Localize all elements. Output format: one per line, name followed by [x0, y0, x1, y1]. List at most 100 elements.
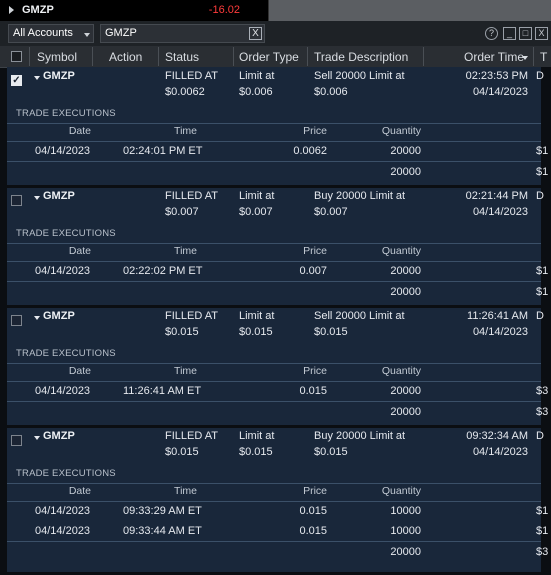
order-type: Limit at [239, 190, 275, 202]
order-limit-price: $0.015 [239, 326, 273, 338]
exec-header-time: Time [174, 125, 197, 137]
exec-price: 0.007 [299, 265, 327, 277]
order-symbol[interactable]: GMZP [43, 430, 75, 442]
exec-time: 02:24:01 PM ET [123, 145, 203, 157]
exec-total-quantity: 20000 [390, 166, 421, 178]
row-divider [7, 281, 541, 282]
collapse-caret-icon[interactable] [34, 76, 40, 80]
exec-header-time: Time [174, 365, 197, 377]
chevron-down-icon[interactable] [84, 33, 90, 37]
row-divider [7, 483, 541, 484]
truncated-cell: $1 [536, 286, 549, 298]
truncated-cell: $1 [536, 525, 549, 537]
order-date: 04/14/2023 [472, 86, 528, 98]
exec-header-date: Date [68, 485, 91, 497]
column-trade-description[interactable]: Trade Description [314, 50, 408, 64]
exec-quantity: 20000 [390, 145, 421, 157]
row-divider [7, 161, 541, 162]
order-time: 02:21:44 PM [465, 190, 528, 202]
column-divider[interactable] [533, 47, 534, 66]
column-divider[interactable] [233, 47, 234, 66]
exec-total-quantity: 20000 [390, 406, 421, 418]
truncated-cell: $3 [536, 406, 549, 418]
trade-description-price: $0.007 [314, 206, 348, 218]
order-checkbox[interactable] [11, 435, 22, 446]
column-divider[interactable] [307, 47, 308, 66]
order-symbol[interactable]: GMZP [43, 310, 75, 322]
order-checkbox[interactable] [11, 195, 22, 206]
ticker-change: -16.02 [208, 4, 240, 16]
sort-descending-icon[interactable] [522, 56, 528, 60]
trade-description: Sell 20000 Limit at [314, 310, 405, 322]
truncated-cell: $1 [536, 505, 549, 517]
truncated-cell: D [536, 430, 544, 442]
exec-quantity: 20000 [390, 265, 421, 277]
column-symbol[interactable]: Symbol [37, 50, 77, 64]
order-status: FILLED AT [165, 190, 218, 202]
exec-price: 0.015 [299, 525, 327, 537]
help-button[interactable]: ? [485, 27, 498, 40]
select-all-checkbox[interactable] [11, 51, 22, 62]
close-button[interactable]: X [535, 27, 548, 40]
trade-executions-label: TRADE EXECUTIONS [16, 108, 116, 119]
column-truncated[interactable]: T [540, 50, 547, 64]
exec-header-price: Price [303, 485, 327, 497]
collapse-caret-icon[interactable] [34, 436, 40, 440]
column-divider[interactable] [29, 47, 30, 66]
truncated-cell: $1 [536, 265, 549, 277]
trade-description: Sell 20000 Limit at [314, 70, 405, 82]
exec-time: 09:33:44 AM ET [123, 525, 202, 537]
restore-button[interactable]: □ [519, 27, 532, 40]
order-limit-price: $0.006 [239, 86, 273, 98]
account-dropdown-value: All Accounts [13, 27, 73, 39]
exec-time: 11:26:41 AM ET [123, 385, 202, 397]
trade-description: Buy 20000 Limit at [314, 190, 406, 202]
order-status: FILLED AT [165, 70, 218, 82]
clear-search-button[interactable]: X [249, 27, 262, 40]
order-checkbox[interactable]: ✓ [11, 75, 22, 86]
row-divider [7, 243, 541, 244]
trade-description-price: $0.015 [314, 446, 348, 458]
row-divider [7, 501, 541, 502]
order-symbol[interactable]: GMZP [43, 70, 75, 82]
column-order-type[interactable]: Order Type [239, 50, 299, 64]
order-date: 04/14/2023 [472, 446, 528, 458]
truncated-cell: $3 [536, 546, 549, 558]
symbol-search-value: GMZP [105, 27, 137, 39]
truncated-cell: $1 [536, 166, 549, 178]
trade-executions-label: TRADE EXECUTIONS [16, 348, 116, 359]
exec-header-price: Price [303, 365, 327, 377]
collapse-caret-icon[interactable] [34, 196, 40, 200]
minimize-button[interactable]: _ [503, 27, 516, 40]
exec-date: 04/14/2023 [35, 145, 91, 157]
trade-description-price: $0.006 [314, 86, 348, 98]
column-status[interactable]: Status [165, 50, 199, 64]
column-divider[interactable] [158, 47, 159, 66]
exec-date: 04/14/2023 [35, 385, 91, 397]
exec-header-time: Time [174, 245, 197, 257]
exec-header-quantity: Quantity [381, 245, 421, 257]
collapse-caret-icon[interactable] [34, 316, 40, 320]
column-action[interactable]: Action [109, 50, 142, 64]
order-fill-price: $0.0062 [165, 86, 205, 98]
order-fill-price: $0.007 [165, 206, 199, 218]
row-divider [7, 401, 541, 402]
exec-total-quantity: 20000 [390, 546, 421, 558]
order-checkbox[interactable] [11, 315, 22, 326]
order-status: FILLED AT [165, 310, 218, 322]
expand-triangle-icon[interactable] [9, 6, 14, 14]
ticker-symbol: GMZP [22, 4, 54, 16]
truncated-cell: $3 [536, 385, 549, 397]
exec-header-time: Time [174, 485, 197, 497]
exec-quantity: 10000 [390, 525, 421, 537]
order-symbol[interactable]: GMZP [43, 190, 75, 202]
exec-date: 04/14/2023 [35, 525, 91, 537]
column-divider[interactable] [92, 47, 93, 66]
order-type: Limit at [239, 310, 275, 322]
column-order-time[interactable]: Order Time [464, 50, 524, 64]
column-divider[interactable] [423, 47, 424, 66]
order-separator [7, 185, 541, 188]
order-status: FILLED AT [165, 430, 218, 442]
order-date: 04/14/2023 [472, 326, 528, 338]
order-fill-price: $0.015 [165, 446, 199, 458]
